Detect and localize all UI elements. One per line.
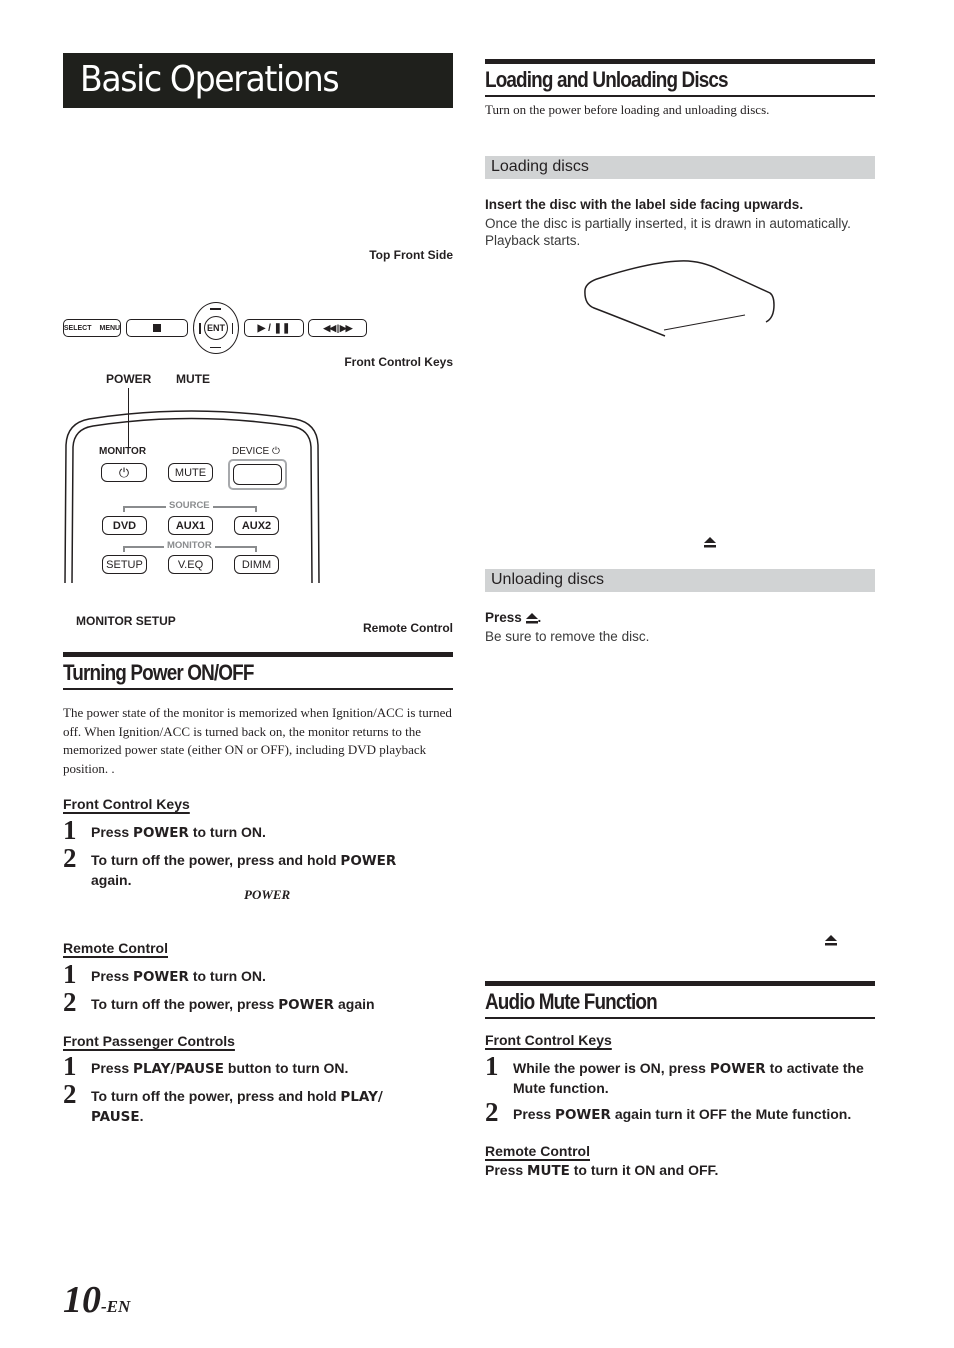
power-icon: ⏻ <box>118 464 130 480</box>
step-number: 2 <box>63 1079 77 1109</box>
power-icon: ⏻ <box>272 446 280 457</box>
dimm-button: DIMM <box>234 555 279 574</box>
step-number: 1 <box>63 959 77 989</box>
page-number: 10-EN <box>63 1279 131 1321</box>
source-group-label: SOURCE <box>166 500 213 511</box>
device-button-highlight <box>228 459 287 490</box>
aux1-button: AUX1 <box>168 516 213 535</box>
enter-dial: ENT <box>193 302 239 354</box>
front-control-keys-illustration: SELECT MENU ENT ▶ / ❚❚ ◀◀ | ▶▶ <box>63 302 373 354</box>
eject-icon <box>704 534 716 552</box>
caption-top-front-side: Top Front Side <box>369 248 453 262</box>
loading-discs-subheading: Loading discs <box>485 156 875 179</box>
step-text: To turn off the power, press and hold PO… <box>91 852 397 888</box>
power-section-intro: The power state of the monitor is memori… <box>63 705 452 776</box>
mute-front-keys-label: Front Control Keys <box>485 1032 612 1048</box>
unloading-detail: Be sure to remove the disc. <box>485 629 650 644</box>
discs-section-intro: Turn on the power before loading and unl… <box>485 102 770 117</box>
step-text: Press POWER to turn ON. <box>91 968 266 985</box>
stop-key <box>126 319 188 337</box>
prev-next-key: ◀◀ | ▶▶ <box>308 319 367 337</box>
power-note: POWER <box>244 887 291 902</box>
page-title-banner: Basic Operations <box>63 53 453 108</box>
step-text: While the power is ON, press POWER to ac… <box>513 1060 864 1096</box>
select-key-label: SELECT <box>63 324 92 332</box>
device-label: DEVICE ⏻ <box>232 446 280 457</box>
select-menu-key: SELECT MENU <box>63 319 121 337</box>
monitor-group-label: MONITOR <box>164 540 215 551</box>
power-front-keys-label: Front Control Keys <box>63 796 190 812</box>
monitor-label: MONITOR <box>99 446 147 457</box>
setup-button: SETUP <box>102 555 147 574</box>
power-section-heading: Turning Power ON/OFF <box>63 652 453 690</box>
power-remote-label: Remote Control <box>63 940 168 956</box>
step-text: To turn off the power, press POWER again <box>91 996 375 1013</box>
aux2-button: AUX2 <box>234 516 279 535</box>
discs-section-heading: Loading and Unloading Discs <box>485 59 875 97</box>
step-number: 2 <box>63 987 77 1017</box>
step-number: 2 <box>63 843 77 873</box>
step-number: 1 <box>63 1051 77 1081</box>
step-text: Press POWER to turn ON. <box>91 824 266 841</box>
step-number: 1 <box>485 1051 499 1081</box>
dvd-button: DVD <box>102 516 147 535</box>
step-text: Press PLAY/PAUSE button to turn ON. <box>91 1060 349 1077</box>
step-text: To turn off the power, press and hold PL… <box>91 1088 383 1125</box>
eject-icon <box>825 932 837 950</box>
device-power-button <box>233 464 282 485</box>
loading-detail: Once the disc is partially inserted, it … <box>485 216 851 248</box>
play-pause-key: ▶ / ❚❚ <box>244 319 304 337</box>
callout-mute: MUTE <box>176 372 210 386</box>
callout-power: POWER <box>106 372 152 386</box>
page-title: Basic Operations <box>80 59 340 100</box>
power-passenger-label: Front Passenger Controls <box>63 1033 235 1049</box>
monitor-power-button: ⏻ <box>101 463 147 482</box>
step-text: Press POWER again turn it OFF the Mute f… <box>513 1106 852 1123</box>
disc-slot-illustration <box>584 260 775 337</box>
menu-key-label: MENU <box>99 324 121 332</box>
stop-icon <box>153 324 161 332</box>
mute-remote-instruction: Press MUTE to turn it ON and OFF. <box>485 1162 719 1179</box>
unloading-discs-subheading: Unloading discs <box>485 569 875 592</box>
loading-instruction: Insert the disc with the label side faci… <box>485 197 804 212</box>
step-number: 2 <box>485 1097 499 1127</box>
remote-control-illustration: MONITOR DEVICE ⏻ ⏻ MUTE SOURCE DVD AUX1 … <box>63 405 321 585</box>
veq-button: V.EQ <box>168 555 213 574</box>
callout-monitor-setup: MONITOR SETUP <box>76 614 176 628</box>
eject-icon <box>525 610 538 625</box>
unloading-instruction: Press . <box>485 610 542 625</box>
caption-remote-control: Remote Control <box>363 621 453 635</box>
caption-front-control-keys: Front Control Keys <box>344 355 453 369</box>
mute-section-heading: Audio Mute Function <box>485 981 875 1019</box>
step-number: 1 <box>63 815 77 845</box>
mute-button: MUTE <box>168 463 213 482</box>
enter-key: ENT <box>204 316 228 340</box>
mute-remote-label: Remote Control <box>485 1143 590 1159</box>
